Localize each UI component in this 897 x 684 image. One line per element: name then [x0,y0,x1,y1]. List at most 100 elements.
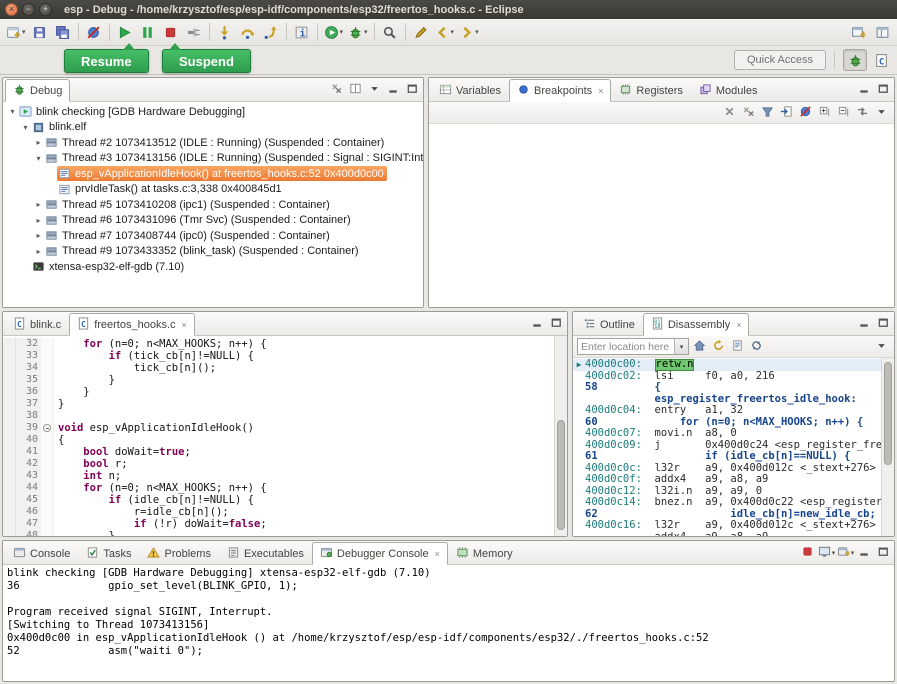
tab-debugger-console[interactable]: Debugger Console× [312,542,448,565]
maximize-button[interactable] [404,82,421,98]
minimize-button[interactable] [856,545,873,561]
tree-expander-icon[interactable]: ▾ [20,123,31,132]
tab-console[interactable]: Console [5,543,78,564]
collapse-all-button[interactable] [835,105,852,121]
window-maximize-button[interactable]: + [39,3,52,16]
run-button[interactable]: ▾ [322,21,346,43]
quick-access-button[interactable]: Quick Access [734,50,826,70]
tree-expander-icon[interactable]: ▸ [33,216,44,225]
tab-memory[interactable]: Memory [448,543,521,564]
debug-perspective-button[interactable] [843,49,867,71]
tab-breakpoints[interactable]: Breakpoints× [509,79,611,102]
tab-outline[interactable]: Outline [575,314,643,335]
window-minimize-button[interactable]: − [22,3,35,16]
new-wizard-button[interactable]: ▾ [4,21,28,43]
forward-button[interactable]: ▾ [457,21,481,43]
tab-registers[interactable]: Registers [611,80,690,101]
skip-all-breakpoints-button[interactable] [83,21,105,43]
view-menu-button[interactable] [873,339,890,355]
tab-modules[interactable]: Modules [691,80,766,101]
disassembly-scrollbar[interactable] [881,358,894,536]
location-input[interactable]: Enter location here [578,341,674,353]
maximize-button[interactable] [875,545,892,561]
tab-variables[interactable]: Variables [431,80,509,101]
refresh-button[interactable] [710,339,727,355]
resource-perspective-button[interactable] [871,21,893,43]
resume-button[interactable] [114,21,136,43]
search-button[interactable] [379,21,401,43]
tab-executables[interactable]: Executables [219,543,312,564]
go-to-file-button[interactable] [778,105,795,121]
display-console-button[interactable]: ▾ [818,545,835,561]
instruction-stepping-button[interactable]: i [291,21,313,43]
close-tab-icon[interactable]: × [598,86,603,96]
disconnect-button[interactable] [183,21,205,43]
fold-collapse-icon[interactable] [43,424,51,432]
tab-tasks[interactable]: Tasks [78,543,139,564]
editor-scrollbar[interactable] [554,336,567,536]
remove-all-breakpoints-button[interactable] [740,105,757,121]
maximize-button[interactable] [875,82,892,98]
tree-row[interactable]: ▾blink checking [GDB Hardware Debugging] [3,104,423,120]
view-menu-button[interactable] [366,82,383,98]
code-editor[interactable]: 32 for (n=0; n<MAX_HOOKS; n++) {33 if (t… [3,336,567,536]
maximize-button[interactable] [548,316,565,332]
terminate-console-button[interactable] [799,545,816,561]
show-source-button[interactable] [729,339,746,355]
code-editor-text[interactable]: 32 for (n=0; n<MAX_HOOKS; n++) {33 if (t… [3,336,554,536]
step-over-button[interactable] [237,21,259,43]
editor-scrollbar-thumb[interactable] [557,420,565,530]
combo-dropdown-icon[interactable]: ▾ [674,339,688,354]
tab-problems[interactable]: Problems [139,543,218,564]
tree-row[interactable]: ▸Thread #7 1073408744 (ipc0) (Suspended … [3,228,423,244]
maximize-button[interactable] [875,316,892,332]
minimize-button[interactable] [856,316,873,332]
tree-row[interactable]: xtensa-esp32-elf-gdb (7.10) [3,259,423,275]
console-output[interactable]: blink checking [GDB Hardware Debugging] … [3,565,894,681]
skip-all-breakpoints-button[interactable] [797,105,814,121]
save-all-button[interactable] [52,21,74,43]
close-tab-icon[interactable]: × [435,549,440,559]
tree-expander-icon[interactable]: ▾ [33,154,44,163]
tree-row[interactable]: ▸Thread #9 1073433352 (blink_task) (Susp… [3,244,423,260]
disassembly-scrollbar-thumb[interactable] [884,362,892,465]
show-breakpoints-for-target-button[interactable] [759,105,776,121]
minimize-button[interactable] [856,82,873,98]
close-tab-icon[interactable]: × [182,320,187,330]
open-perspective-button[interactable] [847,21,869,43]
tab-debug[interactable]: Debug [5,79,70,102]
tree-row[interactable]: prvIdleTask() at tasks.c:3,338 0x400845d… [3,182,423,198]
view-menu-button[interactable] [873,105,890,121]
expand-all-button[interactable] [816,105,833,121]
tab-freertos-hooks-c[interactable]: Cfreertos_hooks.c× [69,313,195,336]
step-into-button[interactable] [214,21,236,43]
minimize-button[interactable] [385,82,402,98]
minimize-button[interactable] [529,316,546,332]
save-button[interactable] [29,21,51,43]
remove-all-terminated-button[interactable] [328,82,345,98]
close-tab-icon[interactable]: × [736,320,741,330]
tree-row[interactable]: ▸Thread #6 1073431096 (Tmr Svc) (Suspend… [3,213,423,229]
sync-active-context-button[interactable] [748,339,765,355]
disassembly-content[interactable]: ▶400d0c00: retw.n400d0c02: lsi f0, a0, 2… [573,358,894,536]
terminate-button[interactable] [160,21,182,43]
tree-row[interactable]: ▾Thread #3 1073413156 (IDLE : Running) (… [3,151,423,167]
tree-row[interactable]: ▸Thread #2 1073413512 (IDLE : Running) (… [3,135,423,151]
home-button[interactable] [691,339,708,355]
view-layout-button[interactable] [347,82,364,98]
link-with-debug-button[interactable] [854,105,871,121]
tree-expander-icon[interactable]: ▸ [33,138,44,147]
tab-disassembly[interactable]: 0110Disassembly× [643,313,750,336]
c-cpp-perspective-button[interactable]: C [869,49,893,71]
tree-expander-icon[interactable]: ▾ [7,107,18,116]
tree-expander-icon[interactable]: ▸ [33,200,44,209]
tree-row[interactable]: ▾blink.elf [3,120,423,136]
location-combo[interactable]: Enter location here ▾ [577,338,689,355]
suspend-button[interactable] [137,21,159,43]
tab-blink-c[interactable]: Cblink.c [5,314,69,335]
window-close-button[interactable]: × [5,3,18,16]
last-edit-location-button[interactable] [410,21,432,43]
back-button[interactable]: ▾ [433,21,457,43]
tree-row[interactable]: ▸Thread #5 1073410208 (ipc1) (Suspended … [3,197,423,213]
remove-breakpoint-button[interactable] [721,105,738,121]
